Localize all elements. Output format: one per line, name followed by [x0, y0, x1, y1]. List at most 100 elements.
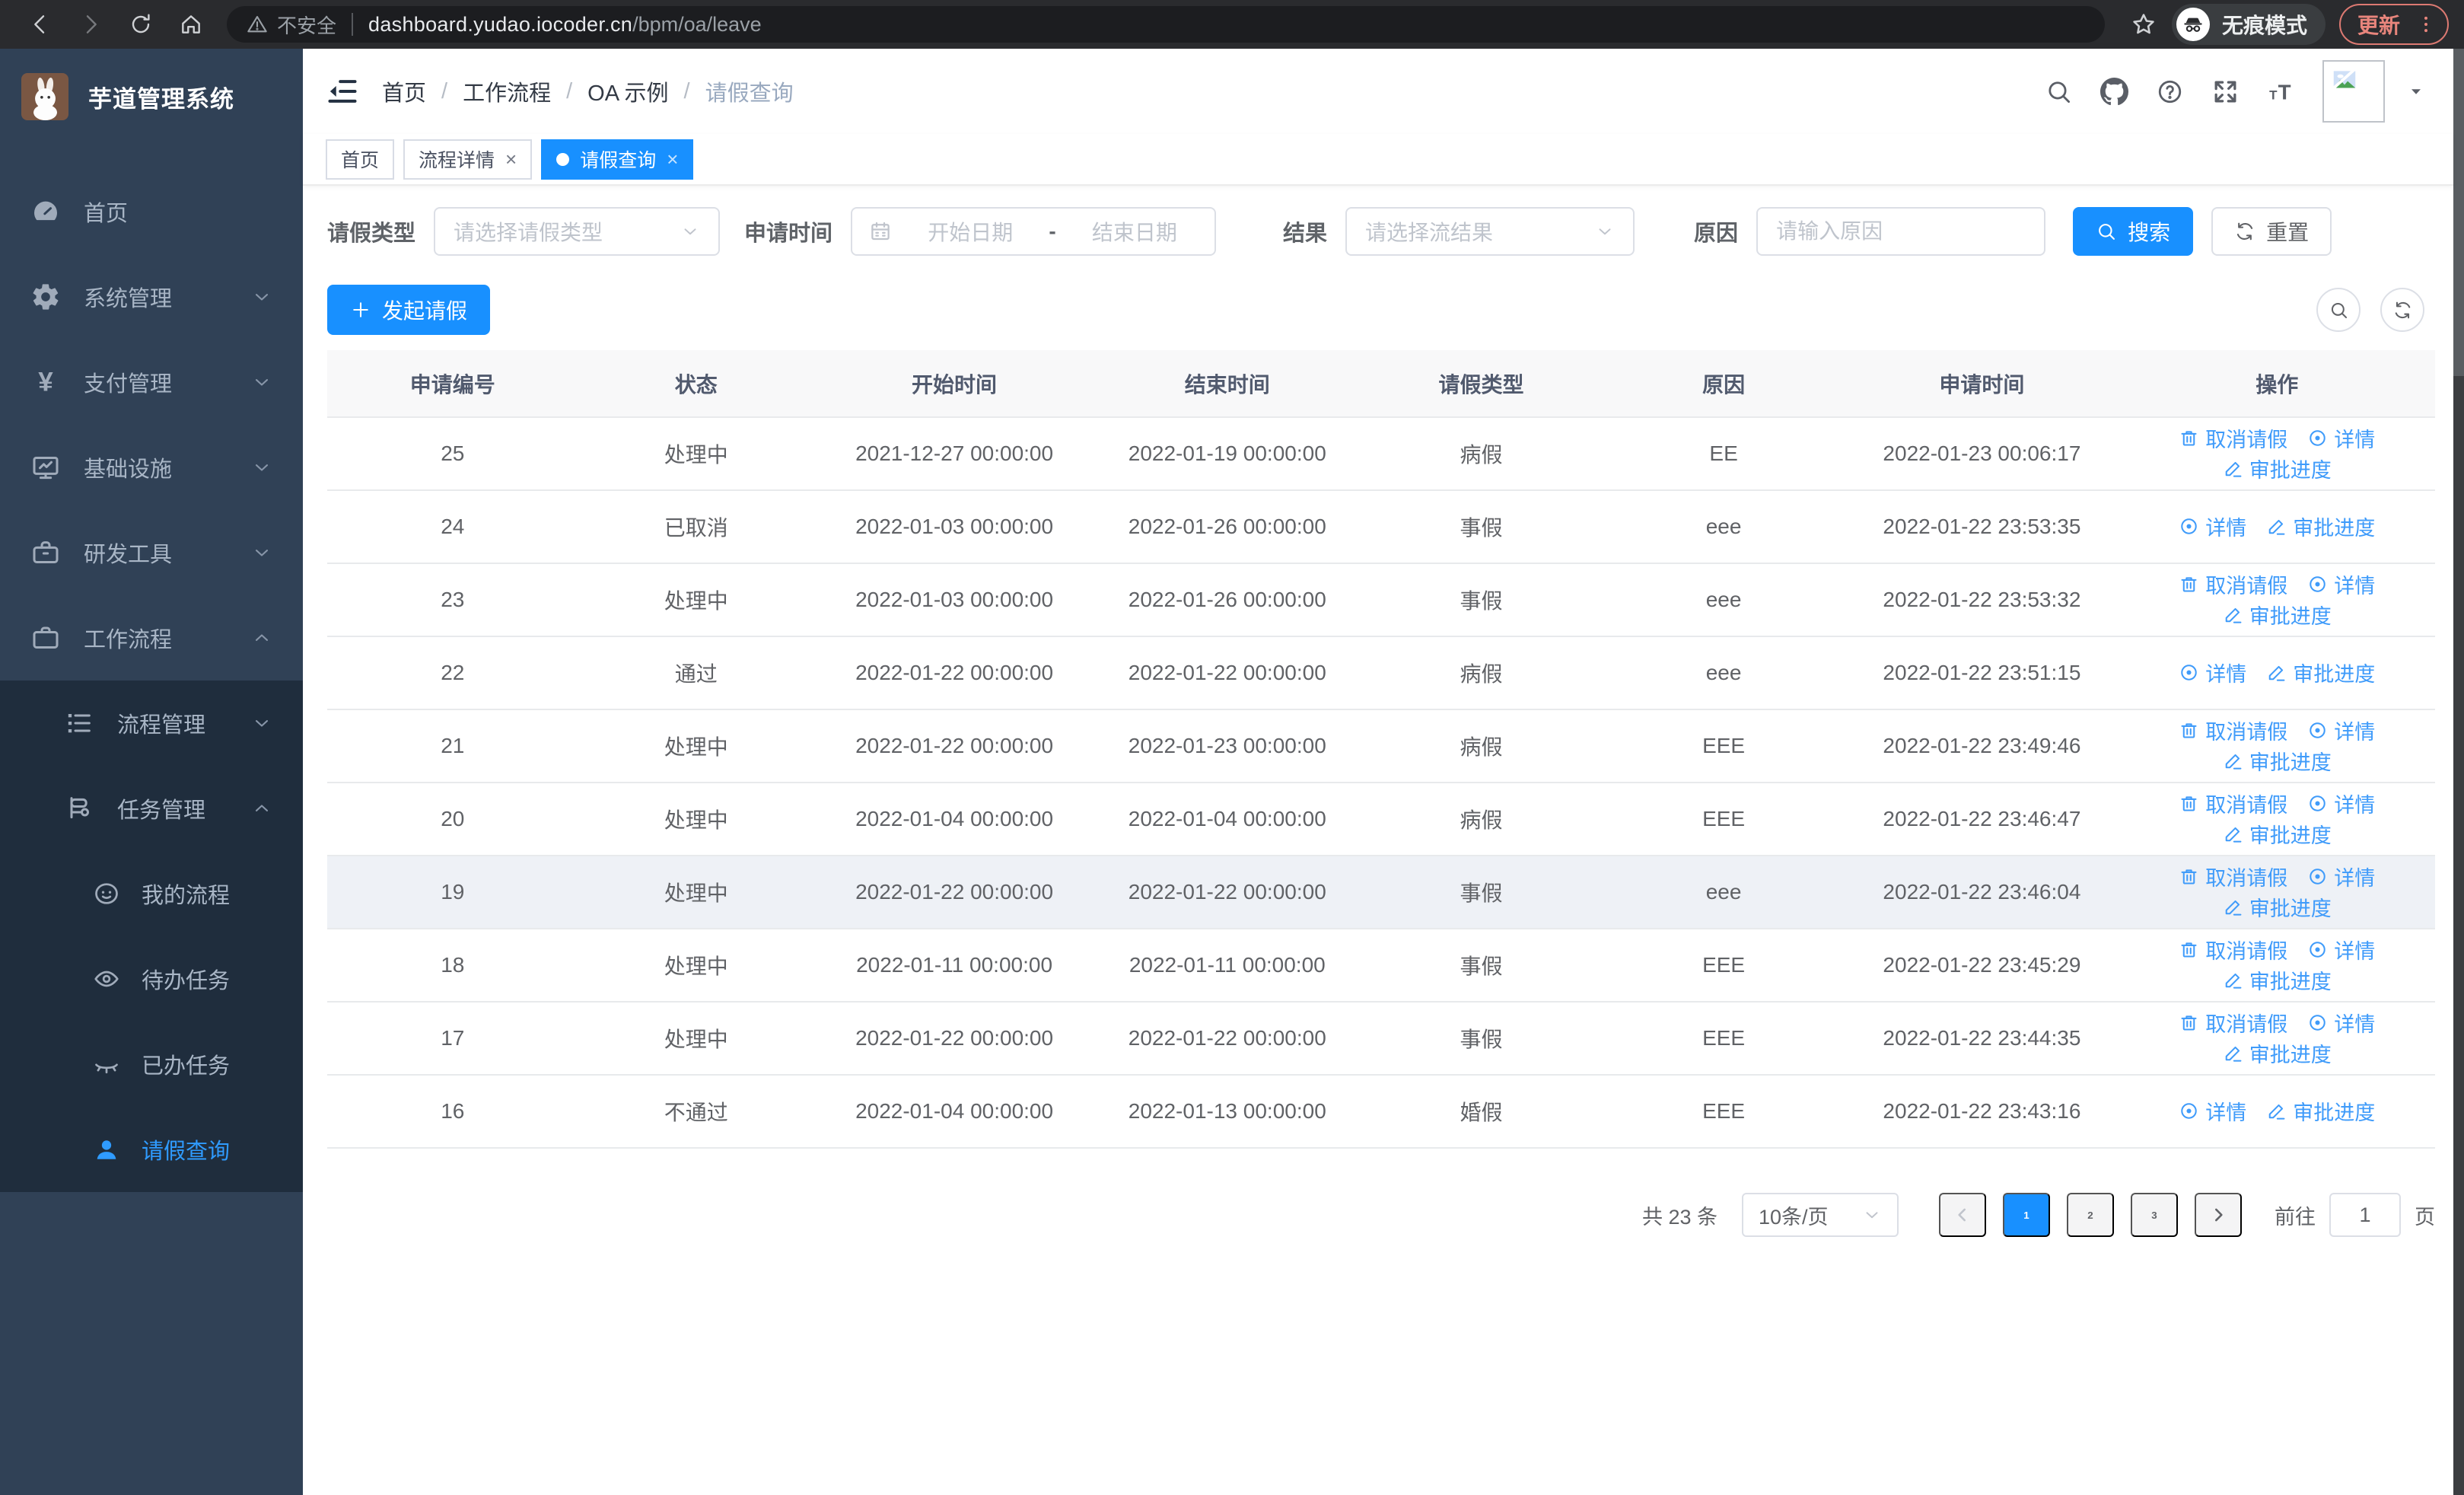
cell-actions: 取消请假 详情 审批进度	[2119, 929, 2435, 1003]
detail-action[interactable]: 详情	[2307, 423, 2375, 453]
search-button[interactable]: 搜索	[2073, 207, 2194, 256]
detail-action[interactable]: 详情	[2307, 789, 2375, 818]
cell-apply_time: 2022-01-22 23:53:35	[1845, 490, 2119, 564]
scrollbar-thumb[interactable]	[2453, 49, 2464, 376]
create-leave-button[interactable]: 发起请假	[327, 285, 491, 335]
sidebar-fold-icon[interactable]	[326, 75, 359, 108]
cell-start: 2021-12-27 00:00:00	[813, 417, 1095, 491]
detail-action[interactable]: 详情	[2179, 1096, 2246, 1126]
detail-action[interactable]: 详情	[2179, 658, 2246, 687]
sidebar-item-任务管理[interactable]: 任务管理	[0, 766, 303, 851]
sidebar-item-研发工具[interactable]: 研发工具	[0, 510, 303, 595]
cancel-leave-action[interactable]: 取消请假	[2179, 1008, 2287, 1038]
reason-input[interactable]	[1758, 209, 2045, 254]
sidebar-item-我的流程[interactable]: 我的流程	[0, 851, 303, 936]
question-icon[interactable]	[2156, 78, 2184, 106]
reset-button[interactable]: 重置	[2211, 207, 2332, 256]
kebab-menu-icon[interactable]	[2415, 14, 2437, 35]
approval-progress-action[interactable]: 审批进度	[2223, 600, 2332, 630]
refresh-icon	[2392, 300, 2413, 320]
cancel-leave-action[interactable]: 取消请假	[2179, 789, 2287, 818]
breadcrumb-item[interactable]: OA 示例	[587, 75, 668, 107]
action-label: 详情	[2205, 517, 2247, 540]
sidebar-item-工作流程[interactable]: 工作流程	[0, 595, 303, 681]
toggle-search-button[interactable]	[2316, 288, 2361, 332]
cell-start: 2022-01-22 00:00:00	[813, 709, 1095, 783]
window-scrollbar[interactable]	[2453, 49, 2464, 1495]
approval-progress-action[interactable]: 审批进度	[2223, 746, 2332, 776]
app-logo[interactable]: 芋道管理系统	[0, 49, 303, 145]
github-icon[interactable]	[2100, 77, 2128, 106]
sidebar-item-label: 已办任务	[142, 1054, 231, 1079]
approval-progress-action[interactable]: 审批进度	[2223, 892, 2332, 922]
table-column-header: 原因	[1602, 350, 1845, 418]
cell-id: 25	[327, 417, 578, 491]
sidebar-item-系统管理[interactable]: 系统管理	[0, 254, 303, 339]
fullscreen-icon[interactable]	[2211, 78, 2240, 106]
detail-action[interactable]: 详情	[2179, 512, 2246, 541]
caret-down-icon[interactable]	[2406, 81, 2426, 101]
user-avatar[interactable]	[2322, 60, 2385, 123]
detail-action[interactable]: 详情	[2307, 862, 2375, 891]
browser-update-button[interactable]: 更新	[2338, 4, 2449, 45]
sidebar-item-label: 首页	[84, 202, 129, 226]
action-label: 详情	[2334, 575, 2376, 598]
result-select[interactable]: 请选择流结果	[1345, 207, 1635, 256]
page-button-2[interactable]: 2	[2067, 1193, 2114, 1237]
detail-action[interactable]: 详情	[2307, 716, 2375, 745]
tab-首页[interactable]: 首页	[326, 139, 395, 180]
breadcrumb-item[interactable]: 工作流程	[463, 75, 551, 107]
page-button-3[interactable]: 3	[2131, 1193, 2178, 1237]
cancel-leave-action[interactable]: 取消请假	[2179, 935, 2287, 964]
cancel-leave-action[interactable]: 取消请假	[2179, 862, 2287, 891]
approval-progress-action[interactable]: 审批进度	[2266, 512, 2375, 541]
sidebar-item-首页[interactable]: 首页	[0, 169, 303, 254]
reload-icon[interactable]	[126, 9, 156, 40]
approval-progress-action[interactable]: 审批进度	[2266, 658, 2375, 687]
sidebar-item-label: 基础设施	[84, 457, 173, 482]
close-icon[interactable]: ×	[667, 149, 678, 169]
detail-action[interactable]: 详情	[2307, 935, 2375, 964]
eye-open-icon	[93, 965, 120, 993]
fontsize-icon[interactable]: TT	[2267, 78, 2295, 106]
forward-icon[interactable]	[75, 9, 106, 40]
search-icon[interactable]	[2045, 78, 2073, 106]
close-icon[interactable]: ×	[505, 149, 517, 169]
cancel-leave-action[interactable]: 取消请假	[2179, 716, 2287, 745]
tab-请假查询[interactable]: 请假查询 ×	[541, 139, 694, 180]
page-size-select[interactable]: 10条/页	[1742, 1193, 1899, 1237]
detail-action[interactable]: 详情	[2307, 1008, 2375, 1038]
action-label: 详情	[2334, 1013, 2376, 1036]
approval-progress-action[interactable]: 审批进度	[2223, 965, 2332, 995]
sidebar-item-流程管理[interactable]: 流程管理	[0, 681, 303, 766]
tab-流程详情[interactable]: 流程详情 ×	[403, 139, 533, 180]
cell-status: 处理中	[578, 929, 814, 1003]
jump-page-input[interactable]	[2329, 1193, 2401, 1237]
sidebar-item-待办任务[interactable]: 待办任务	[0, 936, 303, 1022]
approval-progress-action[interactable]: 审批进度	[2223, 1038, 2332, 1068]
cell-status: 处理中	[578, 783, 814, 856]
sidebar-item-请假查询[interactable]: 请假查询	[0, 1107, 303, 1192]
page-button-1[interactable]: 1	[2003, 1193, 2050, 1237]
approval-progress-action[interactable]: 审批进度	[2223, 454, 2332, 483]
cancel-leave-action[interactable]: 取消请假	[2179, 569, 2287, 599]
edit-icon	[2266, 662, 2287, 683]
back-icon[interactable]	[25, 9, 56, 40]
apply-time-range-picker[interactable]: 开始日期 - 结束日期	[851, 207, 1217, 256]
next-page-button[interactable]	[2195, 1193, 2242, 1237]
url-bar[interactable]: 不安全 dashboard.yudao.iocoder.cn/bpm/oa/le…	[227, 6, 2105, 43]
sidebar-item-支付管理[interactable]: ¥ 支付管理	[0, 339, 303, 425]
leave-type-select[interactable]: 请选择请假类型	[434, 207, 721, 256]
approval-progress-action[interactable]: 审批进度	[2223, 819, 2332, 849]
sidebar-item-基础设施[interactable]: 基础设施	[0, 425, 303, 510]
cell-reason: eee	[1602, 636, 1845, 710]
refresh-table-button[interactable]	[2380, 288, 2424, 332]
bookmark-star-icon[interactable]	[2131, 11, 2157, 37]
breadcrumb-item[interactable]: 首页	[382, 75, 426, 107]
cancel-leave-action[interactable]: 取消请假	[2179, 423, 2287, 453]
detail-action[interactable]: 详情	[2307, 569, 2375, 599]
sidebar-item-已办任务[interactable]: 已办任务	[0, 1022, 303, 1107]
approval-progress-action[interactable]: 审批进度	[2266, 1096, 2375, 1126]
prev-page-button[interactable]	[1939, 1193, 1986, 1237]
home-icon[interactable]	[176, 9, 206, 40]
